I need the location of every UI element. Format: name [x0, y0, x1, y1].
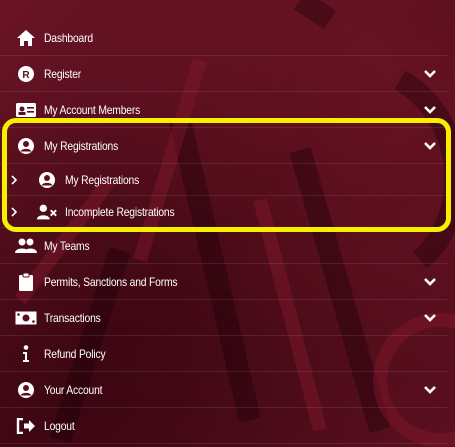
chevron-down-icon[interactable]	[423, 139, 437, 153]
chevron-down-icon[interactable]	[423, 275, 437, 289]
menu-item-label: Logout	[44, 418, 75, 433]
menu-item-my-registrations[interactable]: My Registrations	[0, 128, 447, 164]
menu-item-transactions[interactable]: Transactions	[0, 300, 447, 336]
menu-item-label: Register	[44, 66, 82, 81]
menu-item-your-account[interactable]: Your Account	[0, 372, 447, 408]
menu-item-logout[interactable]: Logout	[0, 408, 447, 444]
registered-icon: R	[15, 64, 37, 84]
sidebar-menu: Dashboard R Register My Account Members …	[0, 20, 447, 444]
menu-item-label: My Teams	[44, 238, 90, 253]
menu-item-label: Permits, Sanctions and Forms	[44, 274, 178, 289]
chevron-down-icon[interactable]	[423, 103, 437, 117]
menu-item-label: My Account Members	[44, 102, 141, 117]
chevron-down-icon[interactable]	[423, 383, 437, 397]
user-circle-icon	[15, 136, 37, 156]
user-times-icon	[36, 202, 58, 222]
menu-item-register[interactable]: R Register	[0, 56, 447, 92]
clipboard-icon	[15, 272, 37, 292]
money-bill-icon	[15, 308, 37, 328]
users-icon	[15, 236, 37, 256]
user-circle-icon	[36, 170, 58, 190]
submenu-item-label: My Registrations	[65, 172, 140, 187]
chevron-right-icon	[11, 174, 18, 185]
chevron-down-icon[interactable]	[423, 67, 437, 81]
menu-item-permits[interactable]: Permits, Sanctions and Forms	[0, 264, 447, 300]
chevron-down-icon[interactable]	[423, 311, 437, 325]
menu-item-label: My Registrations	[44, 138, 119, 153]
info-icon	[15, 344, 37, 364]
home-icon	[15, 28, 37, 48]
chevron-right-icon	[11, 206, 18, 217]
sign-out-icon	[15, 416, 37, 436]
submenu-item-label: Incomplete Registrations	[65, 204, 175, 219]
id-card-icon	[15, 100, 37, 120]
submenu-item-my-registrations[interactable]: My Registrations	[0, 164, 447, 196]
menu-item-my-teams[interactable]: My Teams	[0, 228, 447, 264]
user-circle-icon	[15, 380, 37, 400]
menu-item-label: Transactions	[44, 310, 101, 325]
menu-item-label: Refund Policy	[44, 346, 106, 361]
menu-item-dashboard[interactable]: Dashboard	[0, 20, 447, 56]
submenu-item-incomplete-registrations[interactable]: Incomplete Registrations	[0, 196, 447, 228]
menu-item-account-members[interactable]: My Account Members	[0, 92, 447, 128]
menu-item-label: Your Account	[44, 382, 103, 397]
menu-item-refund-policy[interactable]: Refund Policy	[0, 336, 447, 372]
svg-text:R: R	[22, 70, 30, 81]
menu-item-label: Dashboard	[44, 30, 93, 45]
